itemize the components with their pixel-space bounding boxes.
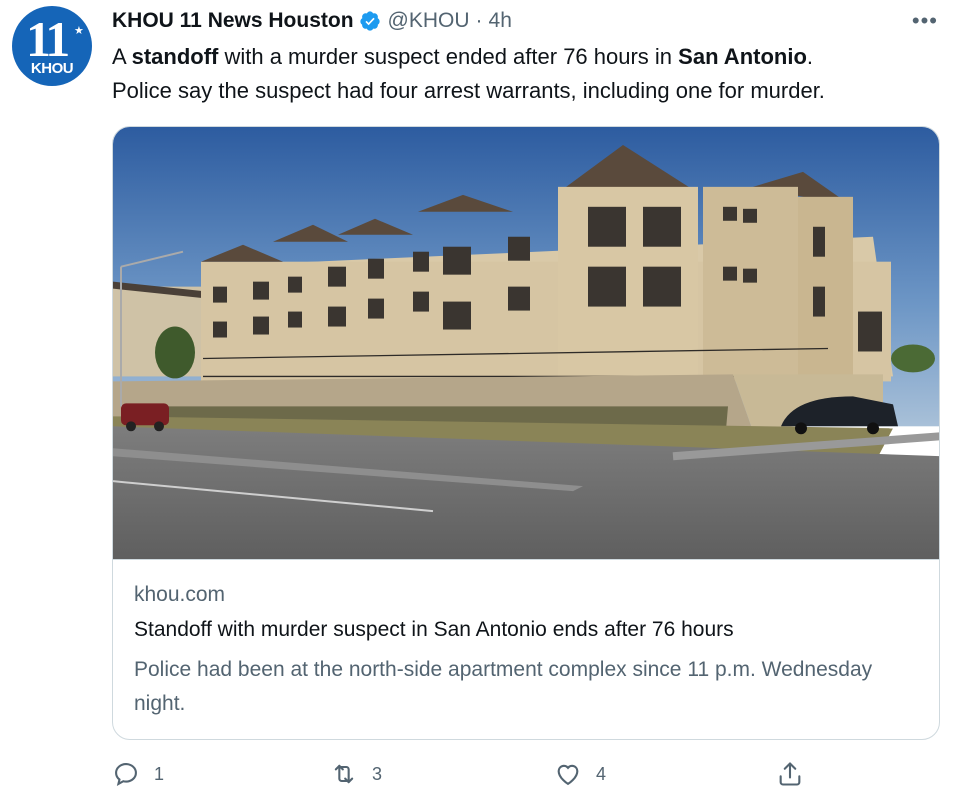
reply-icon	[115, 763, 137, 786]
action-bar: 1 3 4	[112, 760, 812, 792]
star-icon: ★	[74, 25, 84, 37]
card-domain: khou.com	[134, 583, 226, 606]
share-icon	[779, 762, 801, 786]
reply-count: 1	[154, 763, 165, 784]
article-photo	[113, 127, 939, 560]
tweet-text-part: with a murder suspect ended after 76 hou…	[218, 44, 679, 69]
tweet-text-part: Police say the suspect had four arrest w…	[112, 78, 825, 103]
avatar[interactable]: 11 ★ KHOU	[12, 6, 92, 86]
like-count: 4	[596, 763, 607, 784]
tweet-text: A standoff with a murder suspect ended a…	[112, 40, 932, 108]
tweet-text-part: .	[806, 44, 814, 69]
author-name[interactable]: KHOU 11 News Houston	[112, 9, 354, 33]
tweet-header: KHOU 11 News Houston @KHOU · 4h	[112, 6, 512, 36]
reply-button[interactable]: 1	[112, 760, 164, 788]
like-icon	[557, 764, 579, 786]
tweet-line-2: Police say the suspect had four arrest w…	[112, 74, 932, 108]
link-card[interactable]: khou.com Standoff with murder suspect in…	[112, 126, 940, 740]
tweet-text-bold: San Antonio	[678, 44, 807, 69]
card-title: Standoff with murder suspect in San Anto…	[134, 618, 734, 641]
tweet-text-bold: standoff	[131, 44, 219, 69]
author-handle[interactable]: @KHOU	[388, 9, 470, 33]
card-description: Police had been at the north-side apartm…	[134, 658, 873, 715]
tweet-line-1: A standoff with a murder suspect ended a…	[112, 40, 932, 74]
tweet-timestamp[interactable]: 4h	[489, 9, 512, 33]
tweet-text-part: A	[112, 44, 132, 69]
retweet-count: 3	[372, 763, 383, 784]
retweet-button[interactable]: 3	[330, 760, 382, 788]
avatar-callsign: KHOU	[30, 60, 74, 77]
more-options-icon[interactable]: •••	[912, 8, 938, 34]
retweet-icon	[334, 764, 354, 784]
like-button[interactable]: 4	[554, 760, 606, 788]
verified-badge-icon	[359, 10, 381, 32]
share-button[interactable]	[776, 760, 818, 788]
separator-dot: ·	[475, 9, 483, 32]
